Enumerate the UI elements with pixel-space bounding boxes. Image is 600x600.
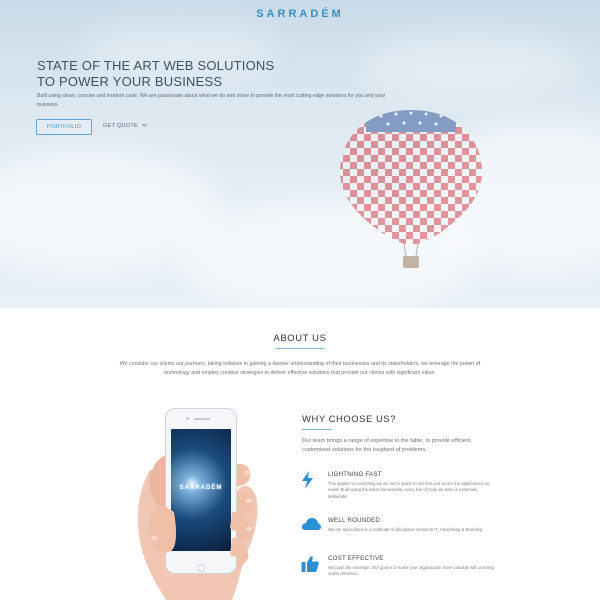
hot-air-balloon-illustration [340, 110, 482, 268]
hero-section: SARRADÉM STATE OF THE ART WEB SOLUTIONS … [0, 0, 600, 308]
portfolio-button[interactable]: PORTFOLIO [36, 119, 92, 135]
hero-heading-line1: STATE OF THE ART WEB SOLUTIONS [37, 58, 275, 73]
feature-text-rounded: We are specialized in a multitude of dis… [328, 527, 484, 532]
chevron-down-icon [142, 123, 147, 129]
hand-fingers-front [148, 504, 246, 557]
why-divider [302, 429, 332, 430]
thumbs-up-icon [300, 554, 320, 574]
hero-heading-line2: TO POWER YOUR BUSINESS [37, 74, 223, 89]
get-quote-label: GET QUOTE [103, 123, 138, 129]
feature-text-cost: We push the envelope. Our goal is to mak… [328, 565, 494, 577]
lightning-bolt-icon [298, 470, 318, 490]
hero-heading: STATE OF THE ART WEB SOLUTIONS TO POWER … [37, 58, 274, 90]
about-heading: ABOUT US [273, 333, 327, 344]
about-text: We consider our clients our partners; ta… [119, 361, 481, 376]
why-heading: WHY CHOOSE US? [302, 414, 396, 425]
feature-text-lightning: This applies to everything we do: we're … [328, 481, 490, 499]
feature-title-lightning: LIGHTNING FAST [328, 471, 382, 478]
about-divider [276, 348, 324, 349]
feature-title-cost: COST EFFECTIVE [328, 555, 384, 562]
cloud-icon [300, 514, 321, 534]
brand-logo[interactable]: SARRADÉM [0, 8, 600, 20]
why-text: Our team brings a range of expertise to … [302, 438, 473, 453]
feature-title-rounded: WELL ROUNDED [328, 517, 381, 524]
get-quote-button[interactable]: GET QUOTE [103, 123, 147, 129]
phone-illustration: SARRADÉM [120, 400, 270, 600]
